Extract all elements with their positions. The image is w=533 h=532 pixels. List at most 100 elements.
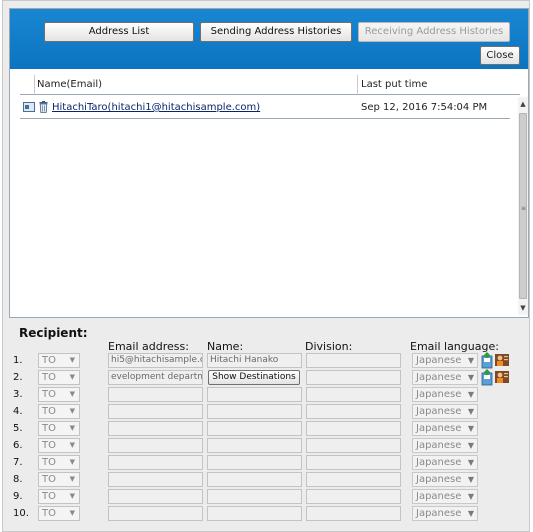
vertical-scrollbar[interactable]: ▲ ≡ ▼ — [518, 97, 528, 315]
recipient-row: 3. TO ▼ Japanese ▼ — [3, 386, 531, 403]
division-field[interactable] — [306, 455, 401, 470]
division-field[interactable] — [306, 387, 401, 402]
address-card-icon[interactable] — [23, 102, 35, 112]
name-field[interactable] — [207, 472, 302, 487]
email-value: hi5@hitachisample.com — [111, 355, 202, 365]
email-field[interactable] — [108, 506, 203, 521]
division-field[interactable] — [306, 421, 401, 436]
recipient-type-value: TO — [42, 508, 56, 519]
email-field[interactable]: hi5@hitachisample.com — [108, 353, 203, 368]
row-number: 3. — [13, 389, 23, 400]
email-field[interactable] — [108, 472, 203, 487]
chevron-down-icon: ▼ — [69, 407, 75, 415]
list-header: Name(Email) Last put time — [20, 75, 520, 95]
column-header-last-put-time[interactable]: Last put time — [361, 75, 427, 95]
recipient-type-select[interactable]: TO ▼ — [38, 455, 80, 470]
recipient-type-select[interactable]: TO ▼ — [38, 438, 80, 453]
recipient-type-value: TO — [42, 440, 56, 451]
address-book-icon[interactable] — [481, 369, 493, 386]
row-number: 6. — [13, 440, 23, 451]
email-field[interactable] — [108, 455, 203, 470]
email-language-select[interactable]: Japanese ▼ — [412, 370, 478, 385]
email-field[interactable] — [108, 438, 203, 453]
list-item-name-link[interactable]: HitachiTaro(hitachi1@hitachisample.com) — [52, 97, 260, 119]
toolbar: Address List Sending Address Histories R… — [10, 9, 528, 69]
division-field[interactable] — [306, 438, 401, 453]
address-book-icon[interactable] — [481, 352, 493, 369]
address-dialog: Address List Sending Address Histories R… — [2, 0, 530, 532]
email-language-select[interactable]: Japanese ▼ — [412, 455, 478, 470]
recipient-type-select[interactable]: TO ▼ — [38, 370, 80, 385]
name-field[interactable] — [207, 421, 302, 436]
chevron-down-icon: ▼ — [69, 356, 75, 364]
chevron-down-icon: ▼ — [467, 441, 474, 450]
chevron-down-icon: ▼ — [467, 509, 474, 518]
close-button[interactable]: Close — [480, 46, 520, 65]
email-field[interactable] — [108, 489, 203, 504]
recipient-type-select[interactable]: TO ▼ — [38, 506, 80, 521]
chevron-down-icon: ▼ — [467, 458, 474, 467]
email-language-select[interactable]: Japanese ▼ — [412, 438, 478, 453]
email-field[interactable] — [108, 387, 203, 402]
scrollbar-thumb[interactable]: ≡ — [519, 113, 527, 299]
email-field[interactable]: evelopment department — [108, 370, 203, 385]
recipient-type-select[interactable]: TO ▼ — [38, 472, 80, 487]
recipient-type-select[interactable]: TO ▼ — [38, 404, 80, 419]
division-field[interactable] — [306, 404, 401, 419]
name-field[interactable] — [207, 455, 302, 470]
email-language-value: Japanese — [416, 440, 462, 451]
column-divider[interactable] — [34, 75, 35, 95]
division-field[interactable] — [306, 370, 401, 385]
email-language-value: Japanese — [416, 508, 462, 519]
receiving-address-histories-button[interactable]: Receiving Address Histories — [358, 22, 510, 42]
scroll-up-arrow-icon[interactable]: ▲ — [518, 97, 528, 111]
email-language-select[interactable]: Japanese ▼ — [412, 387, 478, 402]
email-language-select[interactable]: Japanese ▼ — [412, 404, 478, 419]
column-header-name[interactable]: Name(Email) — [37, 75, 102, 95]
person-icon[interactable] — [495, 354, 509, 366]
recipient-type-value: TO — [42, 423, 56, 434]
person-icon[interactable] — [495, 371, 509, 383]
row-number: 10. — [13, 508, 29, 519]
email-language-select[interactable]: Japanese ▼ — [412, 472, 478, 487]
email-language-value: Japanese — [416, 389, 462, 400]
recipient-type-select[interactable]: TO ▼ — [38, 387, 80, 402]
email-language-value: Japanese — [416, 355, 462, 366]
email-value: evelopment department — [111, 372, 202, 382]
row-number: 8. — [13, 474, 23, 485]
email-language-select[interactable]: Japanese ▼ — [412, 489, 478, 504]
address-list-button[interactable]: Address List — [44, 22, 194, 42]
name-field[interactable] — [207, 387, 302, 402]
grip-icon: ≡ — [521, 205, 527, 212]
name-field[interactable] — [207, 489, 302, 504]
name-field[interactable] — [207, 506, 302, 521]
recipient-type-select[interactable]: TO ▼ — [38, 421, 80, 436]
trash-icon[interactable] — [39, 101, 48, 113]
recipient-type-select[interactable]: TO ▼ — [38, 489, 80, 504]
division-field[interactable] — [306, 353, 401, 368]
division-field[interactable] — [306, 472, 401, 487]
recipient-row: 1. TO ▼ hi5@hitachisample.com Hitachi Hanako… — [3, 352, 531, 369]
show-destinations-button[interactable]: Show Destinations — [208, 370, 300, 385]
scroll-down-arrow-icon[interactable]: ▼ — [518, 301, 528, 315]
email-field[interactable] — [108, 421, 203, 436]
email-language-select[interactable]: Japanese ▼ — [412, 353, 478, 368]
recipient-type-select[interactable]: TO ▼ — [38, 353, 80, 368]
chevron-down-icon: ▼ — [467, 492, 474, 501]
email-field[interactable] — [108, 404, 203, 419]
division-field[interactable] — [306, 489, 401, 504]
name-field[interactable]: Hitachi Hanako — [207, 353, 302, 368]
sending-address-histories-button[interactable]: Sending Address Histories — [200, 22, 352, 42]
chevron-down-icon: ▼ — [467, 373, 474, 382]
name-field[interactable] — [207, 404, 302, 419]
chevron-down-icon: ▼ — [69, 458, 75, 466]
email-language-select[interactable]: Japanese ▼ — [412, 506, 478, 521]
email-language-select[interactable]: Japanese ▼ — [412, 421, 478, 436]
email-language-value: Japanese — [416, 423, 462, 434]
list-item[interactable]: HitachiTaro(hitachi1@hitachisample.com) … — [20, 97, 510, 119]
column-divider[interactable] — [357, 75, 358, 95]
email-language-value: Japanese — [416, 491, 462, 502]
division-field[interactable] — [306, 506, 401, 521]
chevron-down-icon: ▼ — [467, 407, 474, 416]
name-field[interactable] — [207, 438, 302, 453]
